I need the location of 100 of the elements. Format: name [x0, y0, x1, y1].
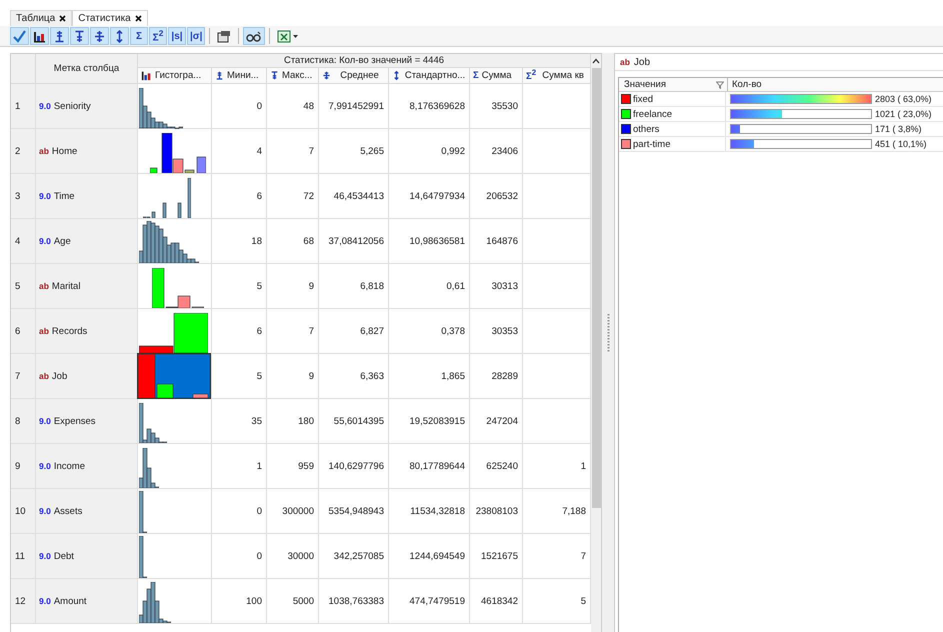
row-number: 9 — [11, 444, 36, 489]
mean-icon — [93, 30, 106, 42]
table-cell: 72 — [267, 174, 319, 219]
bar-chart-icon — [33, 30, 46, 42]
table-cell: 474,7479519 — [389, 579, 470, 624]
table-cell: 1521675 — [470, 534, 523, 579]
min-button[interactable] — [50, 27, 69, 45]
column-header[interactable]: Среднее — [319, 68, 389, 84]
row-number: 4 — [11, 219, 36, 264]
table-cell: 18 — [212, 219, 267, 264]
table-cell: 30313 — [470, 264, 523, 309]
table-cell: 9 — [267, 264, 319, 309]
close-icon[interactable] — [134, 15, 142, 22]
table-cell: 247204 — [470, 399, 523, 444]
table-cell: 8,176369628 — [389, 84, 470, 129]
table-cell: 10,98636581 — [389, 219, 470, 264]
close-icon[interactable] — [59, 15, 66, 22]
column-name: Assets — [54, 506, 82, 516]
table-cell: 1,865 — [389, 354, 470, 399]
column-name: Time — [54, 190, 75, 202]
table-cell: 14,64797934 — [389, 174, 470, 219]
column-header[interactable]: Метка столбца — [36, 54, 138, 84]
table-cell: 68 — [267, 219, 319, 264]
statistic-button[interactable]: |σ| — [187, 27, 206, 45]
row-number: 1 — [11, 84, 36, 129]
table-cell: 0 — [212, 534, 267, 579]
std-button[interactable] — [110, 27, 129, 45]
row-number: 8 — [11, 399, 36, 444]
table-cell: 6,363 — [319, 354, 389, 399]
table-cell: 0,992 — [389, 129, 470, 174]
table-cell: 180 — [267, 399, 319, 444]
column-header[interactable]: Гистогра... — [138, 68, 212, 84]
table-cell: 28289 — [470, 354, 523, 399]
column-header[interactable]: Макс... — [267, 68, 319, 84]
histogram-button[interactable] — [30, 27, 49, 45]
type-label: 9.0 — [39, 596, 51, 606]
row-number: 11 — [11, 534, 36, 579]
column-header[interactable]: Σ$^{2}$ Сумма кв — [523, 68, 591, 84]
type-label: 9.0 — [39, 236, 51, 246]
statistic-button[interactable]: |s| — [168, 27, 186, 45]
check-button[interactable] — [10, 27, 29, 45]
glasses-button[interactable] — [243, 27, 266, 45]
table-cell: 30000 — [267, 534, 319, 579]
count-text: 1021 ( 23,0%) — [875, 109, 932, 119]
mean-button[interactable] — [90, 27, 109, 45]
grip-icon[interactable] — [606, 313, 610, 353]
value-label: others — [633, 124, 660, 134]
table-cell: 9 — [267, 354, 319, 399]
table-cell: 4618342 — [470, 579, 523, 624]
column-name: Home — [52, 146, 78, 156]
column-header[interactable]: Стандартно... — [389, 68, 470, 84]
mean-icon — [322, 70, 331, 81]
table-cell: 1038,763383 — [319, 579, 389, 624]
min-icon — [53, 30, 66, 42]
table-cell: 5354,948943 — [319, 489, 389, 534]
window-icon — [217, 30, 232, 42]
column-name: Age — [54, 236, 71, 246]
type-label: 9.0 — [39, 461, 51, 471]
table-cell: 6 — [212, 174, 267, 219]
column-header[interactable]: Кол-во — [728, 78, 762, 91]
column-name: Income — [54, 460, 85, 472]
type-label: 9.0 — [39, 101, 51, 111]
column-header[interactable]: Мини... — [212, 68, 267, 84]
max-button[interactable] — [70, 27, 89, 45]
table-cell: 37,08412056 — [319, 219, 389, 264]
column-header[interactable]: Σ Сумма — [470, 68, 523, 84]
table-cell: 6 — [212, 309, 267, 354]
table-cell: 11534,32818 — [389, 489, 470, 534]
table-cell: 35530 — [470, 84, 523, 129]
column-name: Expenses — [54, 416, 96, 426]
type-label: 9.0 — [39, 416, 51, 426]
value-label: fixed — [633, 94, 654, 104]
column-name: Marital — [52, 280, 80, 292]
tab[interactable]: Статистика — [72, 10, 148, 26]
table-cell: 0,61 — [389, 264, 470, 309]
table-cell: 342,257085 — [319, 534, 389, 579]
row-number: 12 — [11, 579, 36, 624]
table-cell: 6,818 — [319, 264, 389, 309]
filter-icon[interactable] — [716, 80, 724, 88]
type-label: 9.0 — [39, 191, 51, 201]
statistic-button[interactable]: Σ — [130, 27, 148, 45]
type-label: ab — [620, 57, 630, 67]
table-cell: 4 — [212, 129, 267, 174]
type-label: ab — [39, 326, 49, 336]
table-cell: 35 — [212, 399, 267, 444]
column-name: Amount — [54, 596, 87, 606]
table-cell: 5 — [212, 264, 267, 309]
table-cell: 7 — [267, 129, 319, 174]
panel-title: Job — [634, 56, 650, 68]
type-label: ab — [39, 281, 49, 291]
scroll-up-icon[interactable] — [592, 58, 600, 64]
count-text: 2803 ( 63,0%) — [875, 94, 932, 104]
max-icon — [270, 70, 279, 81]
column-header[interactable]: Значения — [619, 78, 728, 91]
type-label: ab — [39, 371, 49, 381]
scrollbar-thumb[interactable] — [592, 68, 600, 508]
min-icon — [215, 70, 224, 81]
table-cell: 48 — [267, 84, 319, 129]
tab[interactable]: Таблица — [10, 10, 72, 26]
statistic-button[interactable]: Σ$^{2}$ — [149, 27, 167, 45]
